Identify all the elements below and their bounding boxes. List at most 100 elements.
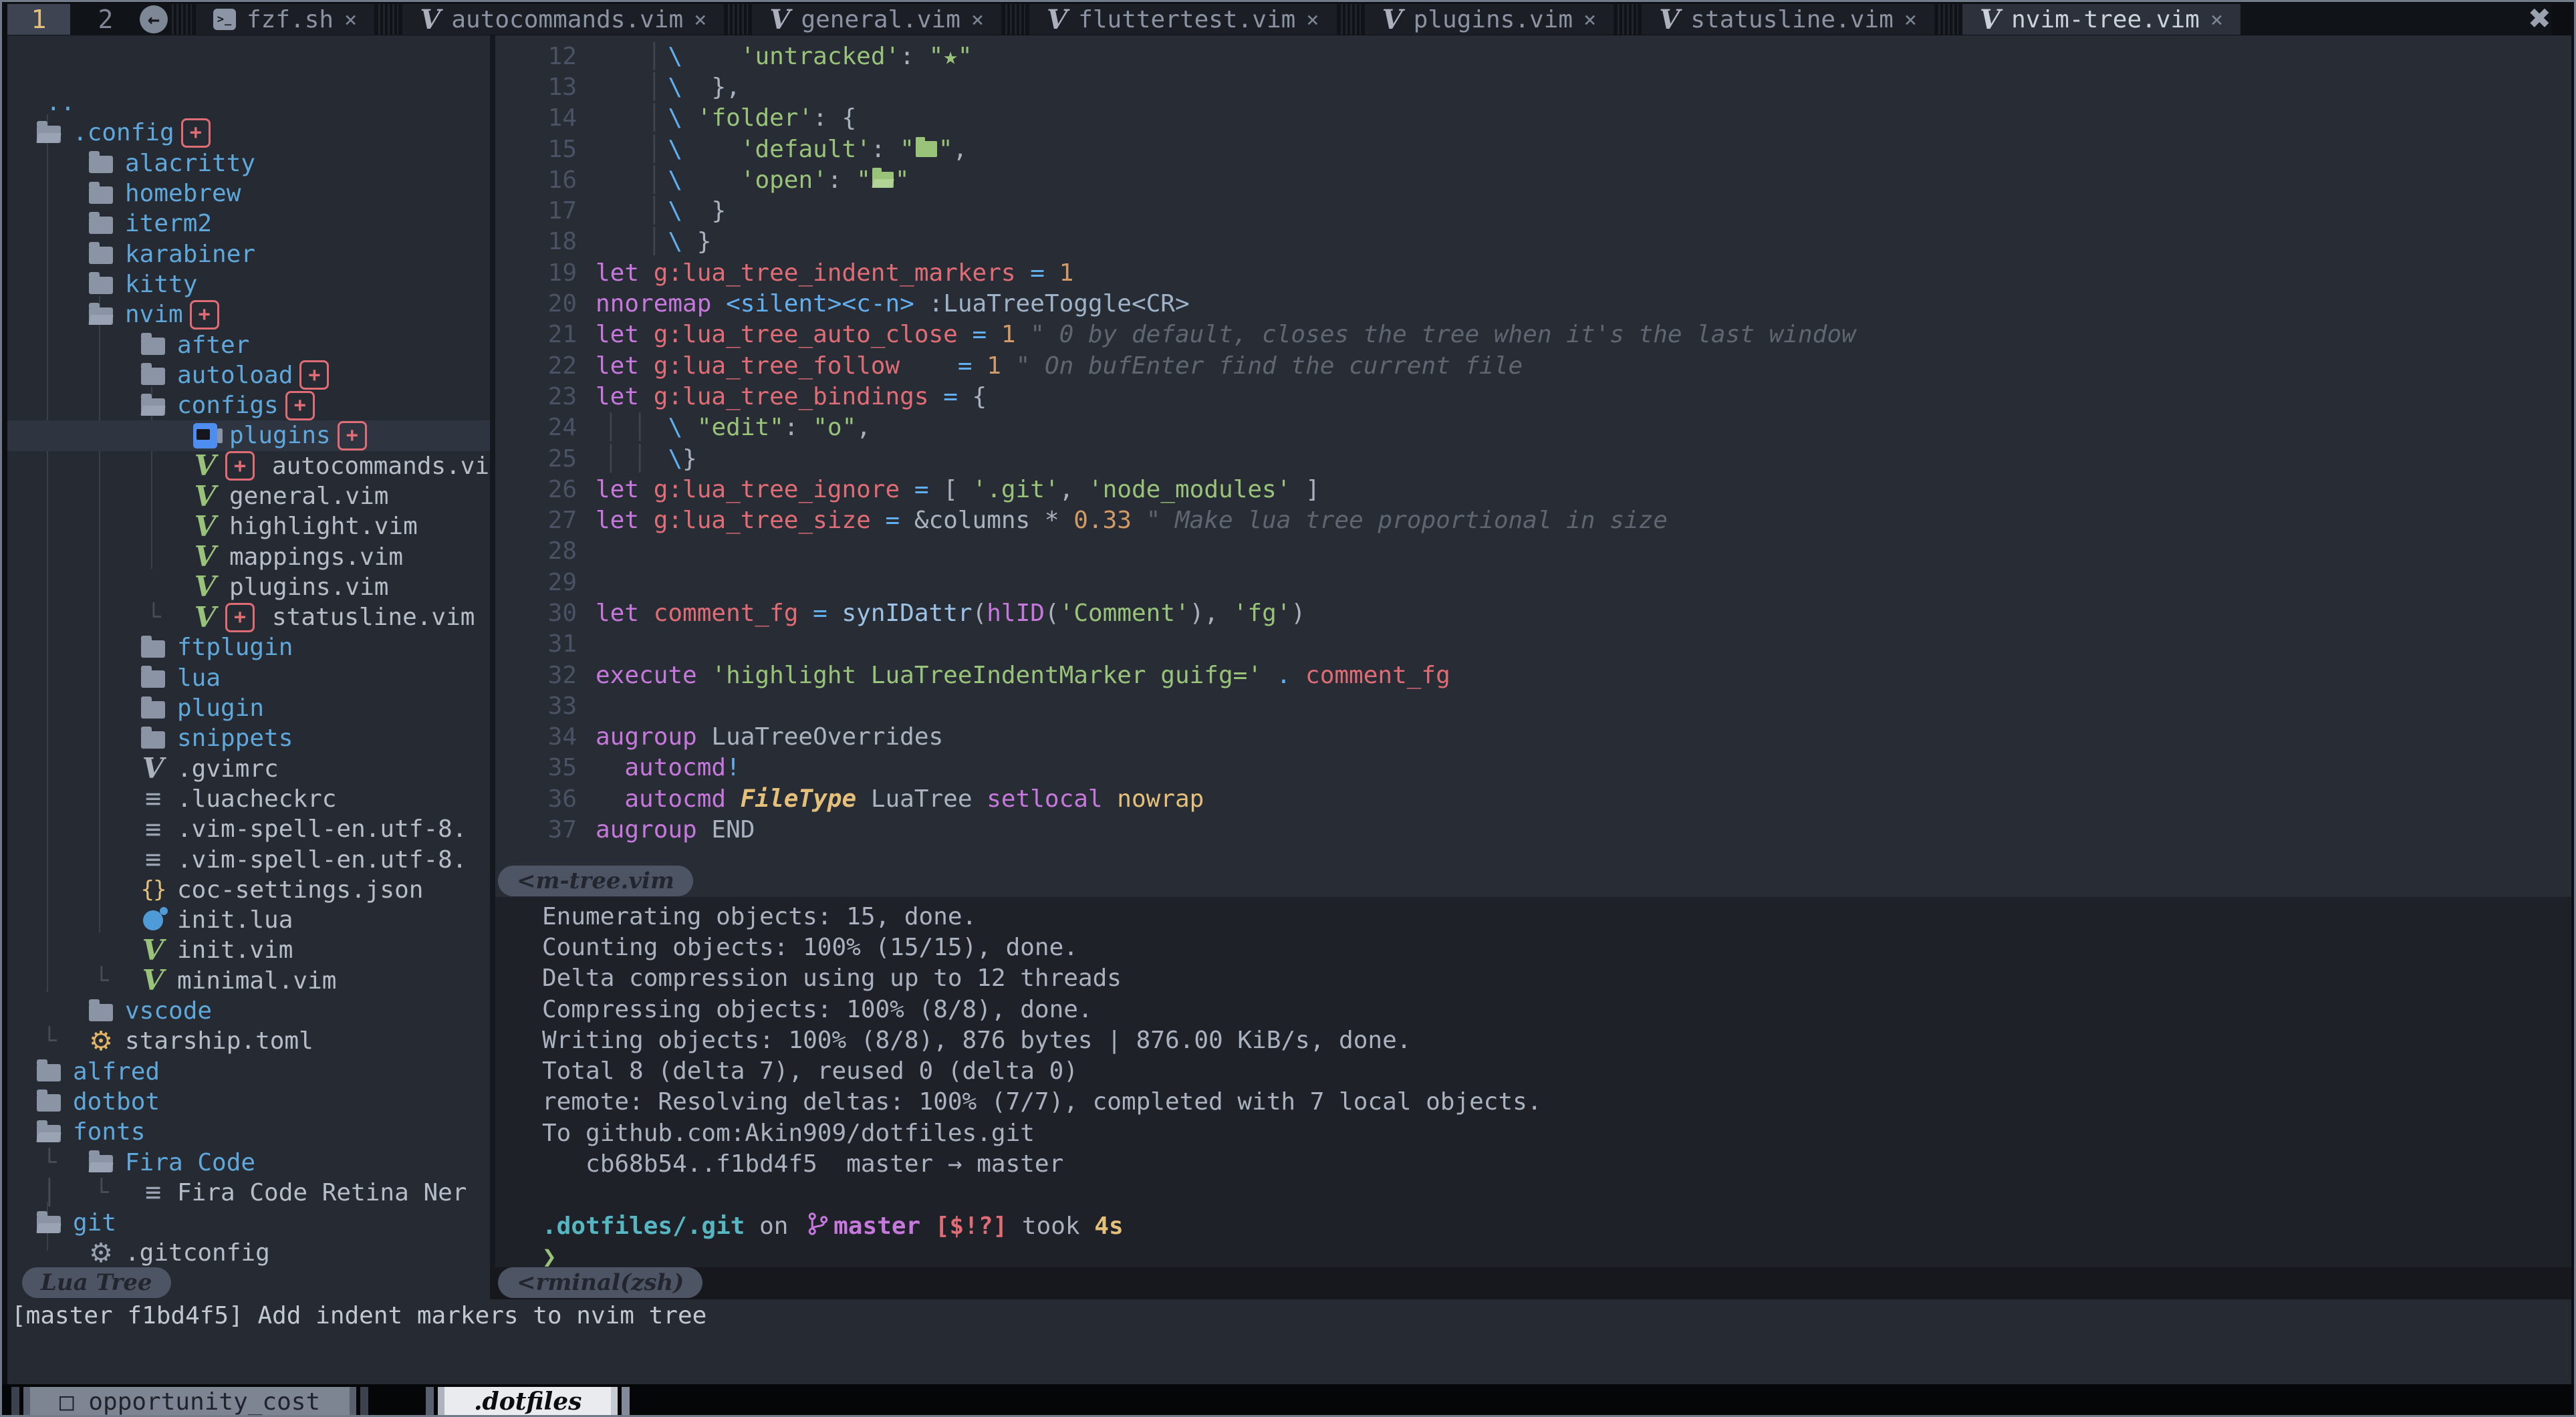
tree-item-plugins-vim[interactable]: Vplugins.vim <box>7 572 490 602</box>
tree-item--luacheckrc[interactable]: ≡.luacheckrc <box>7 784 490 814</box>
tmux-window-2[interactable]: 2 <box>89 4 122 35</box>
new-file-badge: + <box>181 118 211 148</box>
tree-item-starship-toml[interactable]: └⚙starship.toml <box>7 1026 490 1056</box>
tab-close-icon[interactable]: × <box>1583 7 1596 32</box>
code-line: 29 <box>495 567 2571 598</box>
tree-item-homebrew[interactable]: homebrew <box>7 178 490 209</box>
close-all-icon[interactable]: ✖ <box>2528 2 2551 34</box>
tab-fluttertest-vim[interactable]: Vfluttertest.vim× <box>1029 4 1336 35</box>
back-circle-icon[interactable]: ← <box>140 5 168 33</box>
tree-item-lua[interactable]: lua <box>7 663 490 693</box>
tree-item-ftplugin[interactable]: ftplugin <box>7 632 490 662</box>
code-line: 28 <box>495 536 2571 567</box>
terminal-pane[interactable]: Enumerating objects: 15, done.Counting o… <box>495 897 2571 1267</box>
tree-item-kitty[interactable]: kitty <box>7 269 490 299</box>
tree-indent <box>7 481 192 511</box>
tree-item-statusline-vim[interactable]: └V+statusline.vim <box>7 602 490 632</box>
tab-close-icon[interactable]: × <box>1904 7 1917 32</box>
tree-item--vim-spell-en-utf-8-[interactable]: ≡.vim-spell-en.utf-8. <box>7 814 490 844</box>
tab-close-icon[interactable]: × <box>694 7 706 32</box>
tree-indent <box>7 299 88 330</box>
tree-item-plugin[interactable]: plugin <box>7 693 490 723</box>
tree-item-label: homebrew <box>125 180 241 207</box>
tree-rows: ...config+alacrittyhomebrewiterm2karabin… <box>7 35 490 1267</box>
tree-item-karabiner[interactable]: karabiner <box>7 239 490 269</box>
tab-close-icon[interactable]: × <box>2210 7 2223 32</box>
tree-item-highlight-vim[interactable]: Vhighlight.vim <box>7 511 490 541</box>
tree-item-git[interactable]: git <box>7 1208 490 1238</box>
tree-item--gvimrc[interactable]: V.gvimrc <box>7 754 490 784</box>
line-number: 35 <box>495 754 596 781</box>
editor-statusline-pill: <m-tree.vim <box>498 866 693 896</box>
tree-item--vim-spell-en-utf-8-[interactable]: ≡.vim-spell-en.utf-8. <box>7 844 490 874</box>
tree-item-Fira-Code[interactable]: └Fira Code <box>7 1147 490 1177</box>
tmux-window-1[interactable]: 1 <box>7 4 70 35</box>
terminal-line: To github.com:Akin909/dotfiles.git <box>495 1118 2571 1148</box>
tab-close-icon[interactable]: × <box>971 7 984 32</box>
code-text: ▏\ } <box>596 197 726 225</box>
tree-item-autocommands-vim[interactable]: V+autocommands.vim <box>7 451 490 481</box>
tree-item--[interactable]: .. <box>7 88 490 118</box>
tree-indent <box>7 754 140 784</box>
tab-close-icon[interactable]: × <box>344 7 357 32</box>
tree-item-alacritty[interactable]: alacritty <box>7 148 490 178</box>
tab-close-icon[interactable]: × <box>1306 7 1319 32</box>
folder-open-glyph <box>872 172 894 188</box>
tree-item-iterm2[interactable]: iterm2 <box>7 209 490 239</box>
tree-item-label: Fira Code <box>125 1149 255 1176</box>
tree-indent <box>7 935 140 965</box>
tab-statusline-vim[interactable]: Vstatusline.vim× <box>1642 4 1934 35</box>
tree-item-init-vim[interactable]: Vinit.vim <box>7 935 490 965</box>
tree-item-init-lua[interactable]: init.lua <box>7 905 490 935</box>
tab-plugins-vim[interactable]: Vplugins.vim× <box>1365 4 1614 35</box>
tree-item-Fira-Code-Retina-Ner[interactable]: │└≡Fira Code Retina Ner <box>7 1178 490 1208</box>
vim-icon: V <box>1382 4 1403 35</box>
code-line: 33 <box>495 690 2571 721</box>
tab-fzf-sh[interactable]: >_fzf.sh× <box>196 4 374 35</box>
new-file-badge: + <box>299 360 329 390</box>
code-line: 24 ▏ ▏ \ "edit": "o", <box>495 412 2571 443</box>
editor-pane[interactable]: 12 ▏\ 'untracked': "★"13 ▏\ },14 ▏\ 'fol… <box>495 35 2571 902</box>
line-number: 16 <box>495 166 596 194</box>
git-branch-icon <box>808 1212 828 1236</box>
tree-item-autoload[interactable]: autoload+ <box>7 360 490 390</box>
line-number: 13 <box>495 74 596 101</box>
tree-item-fonts[interactable]: fonts <box>7 1117 490 1147</box>
tab-separator <box>172 4 192 35</box>
tree-item--gitconfig[interactable]: ⚙.gitconfig <box>7 1238 490 1267</box>
tree-connector: │ <box>35 1179 88 1206</box>
pane-divider[interactable] <box>490 35 495 1267</box>
line-number: 14 <box>495 104 596 132</box>
tab-nvim-tree-vim[interactable]: Vnvim-tree.vim× <box>1962 4 2240 35</box>
tree-indent <box>7 451 192 481</box>
code-line: 31 <box>495 629 2571 660</box>
tree-item-label: configs <box>177 392 279 419</box>
tmux-session--opportunity_cost[interactable]: □ opportunity_cost <box>11 1387 368 1416</box>
tree-item-vscode[interactable]: vscode <box>7 996 490 1026</box>
folder-closed-glyph <box>916 141 937 157</box>
tree-indent <box>7 178 88 209</box>
tree-item-after[interactable]: after <box>7 330 490 360</box>
tree-item-label: init.vim <box>177 936 293 964</box>
tab-general-vim[interactable]: Vgeneral.vim× <box>752 4 1001 35</box>
tab-autocommands-vim[interactable]: Vautocommands.vim× <box>402 4 724 35</box>
tree-item-mappings-vim[interactable]: Vmappings.vim <box>7 541 490 571</box>
tree-item-label: plugin <box>177 694 264 722</box>
tree-item-dotbot[interactable]: dotbot <box>7 1087 490 1117</box>
tree-item-general-vim[interactable]: Vgeneral.vim <box>7 481 490 511</box>
tree-item-snippets[interactable]: snippets <box>7 723 490 753</box>
tree-item--config[interactable]: .config+ <box>7 118 490 148</box>
tmux-session--dotfiles[interactable]: .dotfiles <box>426 1387 630 1416</box>
folder-icon <box>88 274 114 294</box>
code-text: ▏\ 'untracked': "★" <box>596 43 973 70</box>
tree-item-nvim[interactable]: nvim+ <box>7 299 490 330</box>
code-line: 19let g:lua_tree_indent_markers = 1 <box>495 257 2571 288</box>
tree-item-plugins[interactable]: plugins+ <box>7 420 490 450</box>
folder-icon <box>140 335 166 355</box>
line-number: 26 <box>495 476 596 503</box>
tree-item-minimal-vim[interactable]: └Vminimal.vim <box>7 966 490 996</box>
tree-item-coc-settings-json[interactable]: {}coc-settings.json <box>7 875 490 905</box>
tree-item-alfred[interactable]: alfred <box>7 1057 490 1087</box>
tree-item-configs[interactable]: configs+ <box>7 390 490 420</box>
vim-file-icon: V <box>192 513 219 541</box>
